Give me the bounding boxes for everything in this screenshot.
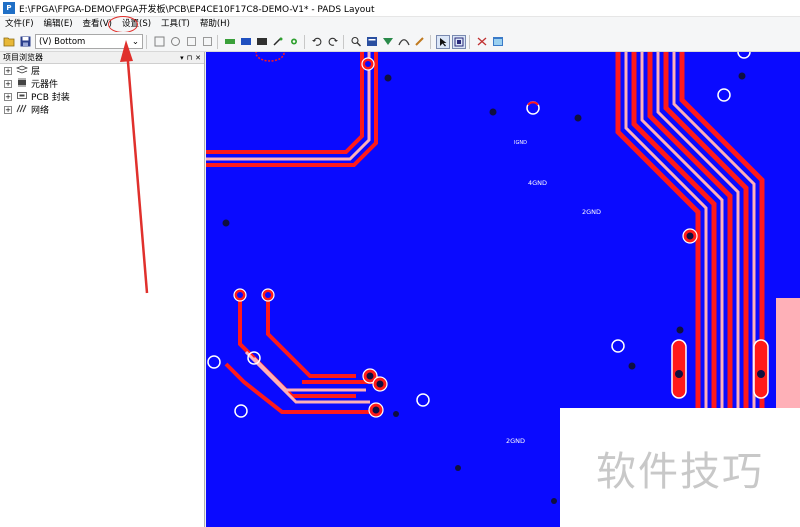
layers-icon bbox=[15, 65, 29, 77]
menu-view[interactable]: 查看(V) bbox=[78, 17, 117, 32]
tree-item-components[interactable]: + 元器件 bbox=[0, 77, 204, 90]
expand-icon[interactable]: + bbox=[4, 105, 12, 114]
dimension-icon[interactable] bbox=[255, 35, 269, 49]
net-icon bbox=[15, 104, 29, 116]
tree-item-label: 元器件 bbox=[31, 80, 59, 90]
pads-app-icon: P bbox=[3, 2, 15, 14]
brush-icon[interactable] bbox=[413, 35, 427, 49]
footprint-icon bbox=[15, 91, 29, 103]
zoom-board-icon[interactable] bbox=[184, 35, 198, 49]
tree-item-label: 网络 bbox=[31, 106, 50, 116]
title-bar: P E:\FPGA\FPGA-DEMO\FPGA开发板\PCB\EP4CE10F… bbox=[0, 0, 800, 17]
layer-select[interactable]: (V) Bottom ⌄ bbox=[35, 34, 143, 49]
tree-item-label: 层 bbox=[31, 67, 41, 77]
view-nets-icon[interactable] bbox=[452, 34, 466, 49]
search-icon[interactable] bbox=[349, 35, 363, 49]
menu-settings[interactable]: 设置(S) bbox=[117, 17, 156, 32]
drafting-icon[interactable] bbox=[223, 35, 237, 49]
tree-item-nets[interactable]: + 网络 bbox=[0, 103, 204, 116]
toolbar-separator bbox=[343, 34, 344, 49]
trace-bus-top-left bbox=[206, 52, 378, 167]
toolbar-separator bbox=[430, 34, 431, 49]
toolbar-separator bbox=[217, 34, 218, 49]
tree-item-pcb-footprints[interactable]: + PCB 封装 bbox=[0, 90, 204, 103]
toolbar: (V) Bottom ⌄ bbox=[0, 32, 800, 52]
cross-probe-icon[interactable] bbox=[475, 35, 489, 49]
menu-file[interactable]: 文件(F) bbox=[0, 17, 39, 32]
project-browser-header: 项目浏览器 ▾ ⊓ ✕ bbox=[0, 52, 204, 64]
expand-icon[interactable]: + bbox=[4, 92, 12, 101]
tree-item-label: PCB 封装 bbox=[31, 93, 70, 103]
open-folder-icon[interactable] bbox=[2, 35, 16, 49]
net-label: 4GND bbox=[528, 179, 547, 187]
bga-icon[interactable] bbox=[287, 35, 301, 49]
net-label: 2GND bbox=[582, 208, 601, 216]
menu-tools[interactable]: 工具(T) bbox=[156, 17, 195, 32]
tree-item-layers[interactable]: + 层 bbox=[0, 64, 204, 77]
layer-display-icon[interactable] bbox=[381, 35, 395, 49]
toolbar-separator bbox=[469, 34, 470, 49]
net-label: 2GND bbox=[506, 437, 525, 445]
window-title: E:\FPGA\FPGA-DEMO\FPGA开发板\PCB\EP4CE10F17… bbox=[19, 4, 375, 15]
select-mode-icon[interactable] bbox=[436, 34, 450, 49]
panel-menu-icon[interactable]: ▾ bbox=[180, 54, 184, 62]
layer-select-value: (V) Bottom bbox=[39, 36, 86, 47]
redraw-icon[interactable] bbox=[168, 35, 182, 49]
toolbar-separator bbox=[146, 34, 147, 49]
save-icon[interactable] bbox=[18, 35, 32, 49]
properties-icon[interactable] bbox=[365, 35, 379, 49]
chevron-down-icon: ⌄ bbox=[131, 36, 139, 47]
menu-edit[interactable]: 编辑(E) bbox=[39, 17, 78, 32]
expand-icon[interactable]: + bbox=[4, 66, 12, 75]
pan-icon[interactable] bbox=[152, 35, 166, 49]
net-label: IGND bbox=[514, 140, 527, 146]
route-icon[interactable] bbox=[397, 35, 411, 49]
design-toolbar-icon[interactable] bbox=[239, 35, 253, 49]
eco-icon[interactable] bbox=[271, 35, 285, 49]
menu-help[interactable]: 帮助(H) bbox=[195, 17, 235, 32]
watermark: 软件技巧 bbox=[560, 408, 800, 527]
output-window-icon[interactable] bbox=[491, 35, 505, 49]
panel-controls: ▾ ⊓ ✕ bbox=[180, 54, 201, 62]
watermark-text: 软件技巧 bbox=[596, 448, 764, 495]
expand-icon[interactable]: + bbox=[4, 79, 12, 88]
project-browser-title: 项目浏览器 bbox=[3, 53, 43, 62]
zoom-area-icon[interactable] bbox=[200, 35, 214, 49]
toolbar-separator bbox=[304, 34, 305, 49]
pin-icon[interactable]: ⊓ bbox=[187, 54, 192, 62]
close-icon[interactable]: ✕ bbox=[195, 54, 201, 62]
component-icon bbox=[15, 77, 29, 90]
project-browser: 项目浏览器 ▾ ⊓ ✕ + 层 + 元器件 + PCB 封装 + 网络 bbox=[0, 52, 205, 527]
redo-icon[interactable] bbox=[326, 35, 340, 49]
trace-bus-bottom-left bbox=[224, 295, 380, 414]
undo-icon[interactable] bbox=[310, 35, 324, 49]
menu-bar: 文件(F) 编辑(E) 查看(V) 设置(S) 工具(T) 帮助(H) bbox=[0, 17, 800, 32]
